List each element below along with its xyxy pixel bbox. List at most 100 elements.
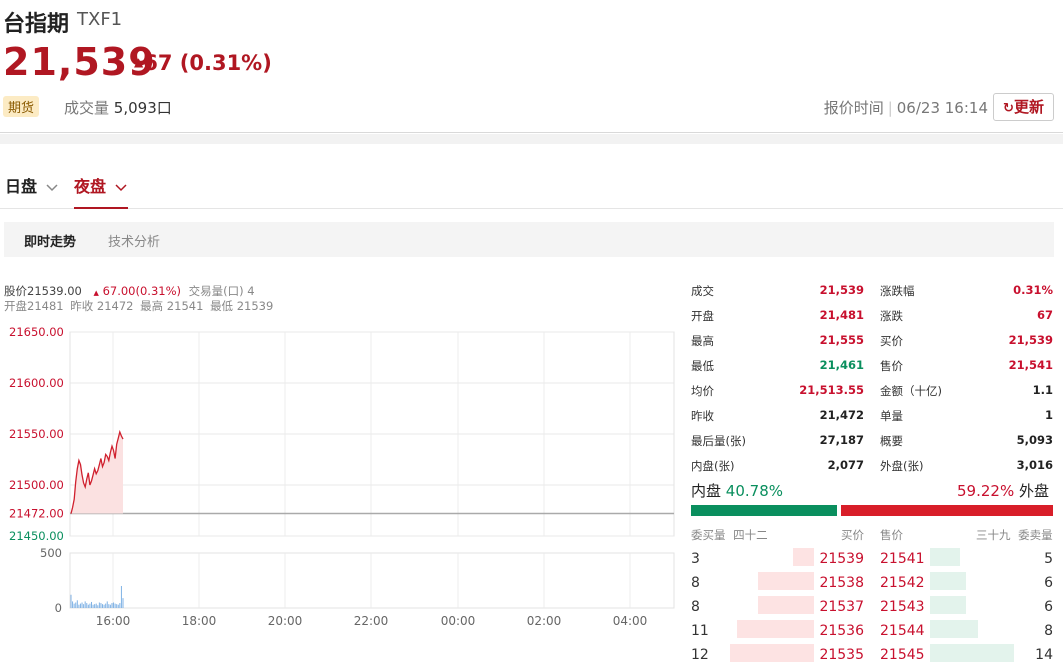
order-book-row: 11 21536 21544 8 xyxy=(691,620,1053,642)
info-low: 最低 21539 xyxy=(210,299,274,313)
bid-qty: 11 xyxy=(691,623,709,639)
bid-count-label: 四十二 xyxy=(733,528,768,542)
info-open: 开盘21481 xyxy=(4,299,64,313)
quote-label: 单量 xyxy=(880,409,903,423)
ask-depth-bar xyxy=(930,572,966,590)
change-value: 67 (0.31%) xyxy=(143,51,272,75)
tab-day-label: 日盘 xyxy=(5,177,38,196)
quote-value: 2,077 xyxy=(827,458,864,472)
outer-label: 外盘 xyxy=(1018,482,1049,500)
price-tick-label: 21472.00 xyxy=(9,507,64,521)
ask-price: 21544 xyxy=(880,623,925,639)
price-tick-label: 21500.00 xyxy=(9,478,64,492)
quote-time-label: 报价时间 xyxy=(823,99,884,117)
quote-row: 昨收 21,472 单量 1 xyxy=(691,408,1053,428)
quote-value: 0.31% xyxy=(1013,283,1053,297)
chart-info-line1: 股价21539.00 ▲ 67.00(0.31%) 交易量(口) 4 xyxy=(4,283,255,299)
ask-qty: 8 xyxy=(1044,623,1053,639)
volume-tick-label: 500 xyxy=(40,546,62,560)
quote-value: 1 xyxy=(1044,408,1053,422)
quote-row: 最高 21,555 买价 21,539 xyxy=(691,333,1053,353)
chart-info-line2: 开盘21481 昨收 21472 最高 21541 最低 21539 xyxy=(4,298,273,314)
order-book-row: 8 21537 21543 6 xyxy=(691,596,1053,618)
ask-price: 21542 xyxy=(880,575,925,591)
refresh-icon: ↻ xyxy=(1003,101,1014,116)
order-book-row: 3 21539 21541 5 xyxy=(691,548,1053,570)
intraday-chart[interactable]: 21650.00 21600.00 21550.00 21500.00 21472.00… xyxy=(0,320,680,632)
info-high: 最高 21541 xyxy=(140,299,204,313)
tab-night-label: 夜盘 xyxy=(74,177,107,196)
up-arrow-icon: ▲ xyxy=(93,289,99,297)
ask-depth-bar xyxy=(930,620,978,638)
quote-row: 最后量(张) 27,187 概要 5,093 xyxy=(691,433,1053,453)
tab-realtime[interactable]: 即时走势 xyxy=(24,231,76,250)
active-tab-underline xyxy=(74,207,128,209)
ask-depth-bar xyxy=(930,596,966,614)
quote-row: 均价 21,513.55 金额（十亿) 1.1 xyxy=(691,383,1053,403)
quote-value: 21,555 xyxy=(819,333,864,347)
order-book-row: 8 21538 21542 6 xyxy=(691,572,1053,594)
time-tick-label: 02:00 xyxy=(527,614,562,628)
quote-label: 成交 xyxy=(691,284,714,298)
quote-row: 开盘 21,481 涨跌 67 xyxy=(691,308,1053,328)
bid-price: 21537 xyxy=(819,599,864,615)
ask-price: 21541 xyxy=(880,551,925,567)
quote-value: 21,472 xyxy=(819,408,864,422)
quote-value: 21,539 xyxy=(1008,333,1053,347)
ask-price: 21545 xyxy=(880,647,925,663)
outer-bar xyxy=(841,505,1053,516)
price-change: ▲67 (0.31%) xyxy=(134,51,272,75)
price-tick-label: 21450.00 xyxy=(9,529,64,543)
inner-pct: 40.78% xyxy=(725,482,783,500)
quote-label: 涨跌幅 xyxy=(880,284,915,298)
quote-label: 外盘(张) xyxy=(880,459,924,473)
ask-qty-label: 委卖量 xyxy=(1018,528,1053,542)
ask-qty: 6 xyxy=(1044,575,1053,591)
bid-qty: 12 xyxy=(691,647,709,663)
quote-label: 昨收 xyxy=(691,409,714,423)
refresh-button[interactable]: ↻更新 xyxy=(993,93,1054,121)
chevron-down-icon xyxy=(115,184,127,192)
ask-depth-bar xyxy=(930,548,960,566)
instrument-name: 台指期 xyxy=(3,12,70,37)
chevron-down-icon xyxy=(46,184,58,192)
info-price: 股价21539.00 xyxy=(4,284,82,298)
quote-value: 21,541 xyxy=(1008,358,1053,372)
quote-label: 金额（十亿) xyxy=(880,384,942,398)
volume-value: 5,093口 xyxy=(113,99,172,117)
chart-subtabs: 即时走势 技术分析 xyxy=(4,222,1054,257)
order-book-row: 12 21535 21545 14 xyxy=(691,644,1053,666)
price-tick-label: 21600.00 xyxy=(9,376,64,390)
tab-night-session[interactable]: 夜盘 xyxy=(74,173,127,197)
bid-depth-bar xyxy=(730,644,814,662)
quote-row: 成交 21,539 涨跌幅 0.31% xyxy=(691,283,1053,303)
price-tick-label: 21550.00 xyxy=(9,427,64,441)
inner-ratio: 内盘 40.78% xyxy=(691,480,783,501)
time-tick-label: 18:00 xyxy=(182,614,217,628)
quote-label: 最高 xyxy=(691,334,714,348)
price-tick-label: 21650.00 xyxy=(9,325,64,339)
bid-qty: 8 xyxy=(691,575,700,591)
bid-qty-header: 委买量 四十二 xyxy=(691,527,768,543)
quote-value: 3,016 xyxy=(1016,458,1053,472)
time-tick-label: 16:00 xyxy=(96,614,131,628)
quote-row: 最低 21,461 售价 21,541 xyxy=(691,358,1053,378)
quote-row: 内盘(张) 2,077 外盘(张) 3,016 xyxy=(691,458,1053,478)
last-price: 21,539 xyxy=(3,40,156,84)
section-divider xyxy=(0,134,1063,144)
volume-summary: 成交量 5,093口 xyxy=(64,97,172,118)
quote-label: 最低 xyxy=(691,359,714,373)
inner-bar xyxy=(691,505,837,516)
bid-qty: 3 xyxy=(691,551,700,567)
bid-depth-bar xyxy=(758,572,814,590)
tab-divider xyxy=(0,208,1063,209)
quote-value: 21,513.55 xyxy=(799,383,864,397)
quote-time: 报价时间 | 06/23 16:14 xyxy=(823,99,988,117)
quote-label: 最后量(张) xyxy=(691,434,746,448)
refresh-label: 更新 xyxy=(1013,98,1044,116)
quote-label: 内盘(张) xyxy=(691,459,735,473)
tab-day-session[interactable]: 日盘 xyxy=(5,173,58,197)
up-arrow-icon: ▲ xyxy=(134,55,144,69)
tab-technical[interactable]: 技术分析 xyxy=(108,231,160,250)
quote-label: 均价 xyxy=(691,384,714,398)
